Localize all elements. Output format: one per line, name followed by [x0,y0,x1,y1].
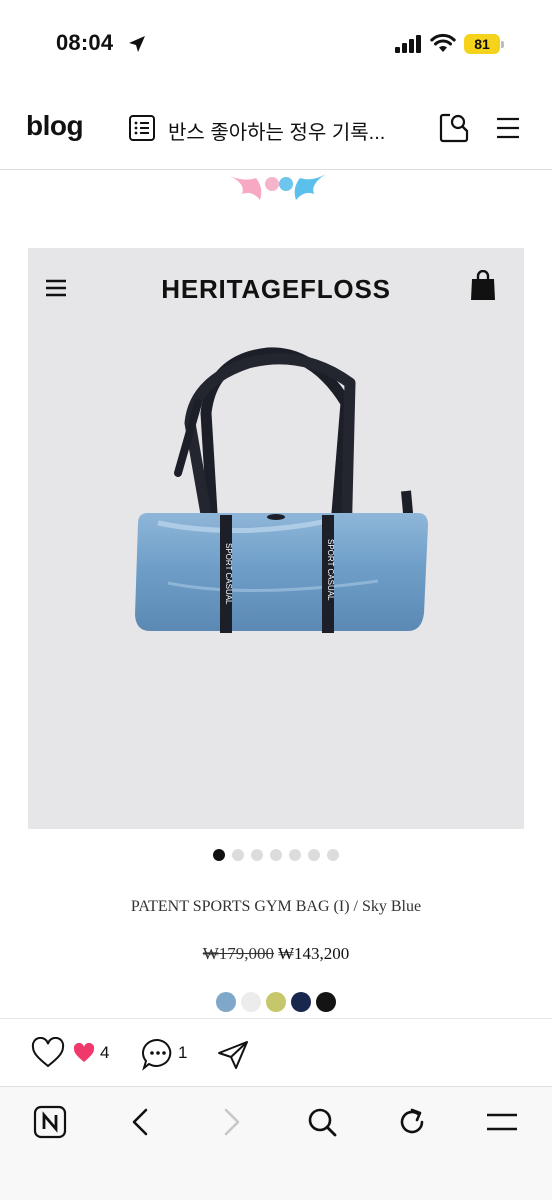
reaction-bar: 4 1 [0,1018,552,1086]
carousel-dot[interactable] [327,849,339,861]
product-image-frame[interactable]: HERITAGEFLOSS SPORT CASUAL SPORT CASUAL [28,248,524,829]
search-icon[interactable] [438,112,470,144]
blog-header: blog 반스 좋아하는 정우 기록... [0,90,552,170]
menu-icon[interactable] [494,114,522,142]
status-bar: 08:04 81 [0,0,552,90]
heart-icon [73,1043,95,1062]
comment-icon[interactable] [140,1037,176,1071]
shopping-bag-icon[interactable] [468,270,498,302]
share-icon[interactable] [216,1039,250,1071]
shop-brand-logo: HERITAGEFLOSS [161,274,391,304]
post-title[interactable]: 반스 좋아하는 정우 기록... [168,116,408,145]
location-arrow-icon [129,36,145,52]
carousel-indicator [0,849,552,863]
heart-icon[interactable] [30,1037,66,1069]
carousel-dot[interactable] [251,849,263,861]
color-swatch[interactable] [291,992,311,1012]
carousel-dot[interactable] [308,849,320,861]
back-icon[interactable] [124,1105,158,1139]
comment-count: 1 [178,1043,188,1062]
naver-icon[interactable] [33,1105,67,1139]
color-swatches [0,992,552,1012]
color-swatch[interactable] [216,992,236,1012]
color-swatch[interactable] [266,992,286,1012]
battery-icon: 81 [464,34,504,54]
price-row: ₩179,000 ₩143,200 [0,944,552,964]
list-icon[interactable] [128,114,156,142]
search-icon[interactable] [305,1105,339,1139]
gym-bag-image: SPORT CASUAL SPORT CASUAL [135,347,428,633]
color-swatch[interactable] [241,992,261,1012]
status-time: 08:04 [56,30,114,55]
signal-icon [395,35,421,53]
sale-price: ₩143,200 [278,944,350,963]
carousel-dot[interactable] [213,849,225,861]
wifi-icon [430,33,456,52]
refresh-icon[interactable] [395,1105,429,1139]
like-count: 4 [100,1043,110,1062]
original-price: ₩179,000 [202,944,274,963]
battery-level: 81 [474,36,490,52]
blog-logo[interactable]: blog [26,110,84,142]
menu-icon[interactable] [485,1105,519,1139]
carousel-dot[interactable] [232,849,244,861]
carousel-dot[interactable] [289,849,301,861]
product-name[interactable]: PATENT SPORTS GYM BAG (I) / Sky Blue [0,898,552,916]
strap-label: SPORT CASUAL [224,543,233,605]
carousel-dot[interactable] [270,849,282,861]
forward-icon[interactable] [214,1105,248,1139]
color-swatch[interactable] [316,992,336,1012]
browser-toolbar [0,1086,552,1200]
strap-label: SPORT CASUAL [326,539,335,601]
decorative-sticker [230,174,326,200]
